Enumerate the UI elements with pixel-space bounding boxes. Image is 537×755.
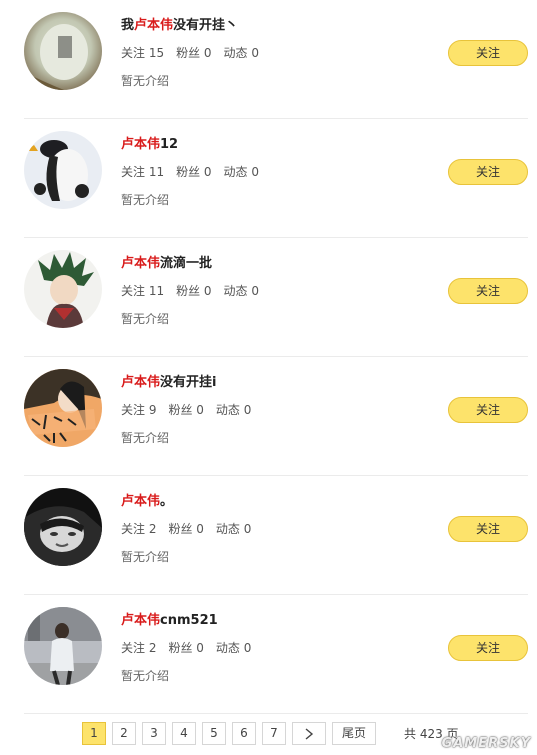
page-button-5[interactable]: 5 [202, 722, 226, 745]
fans-count: 粉丝 0 [168, 522, 204, 536]
posts-count: 动态 0 [223, 284, 259, 298]
avatar-image [24, 369, 102, 447]
avatar-image [24, 12, 102, 90]
user-intro: 暂无介绍 [121, 193, 170, 207]
pagination: 1 2 3 4 5 6 7 尾页 共 423 页 [82, 722, 459, 745]
fans-count: 粉丝 0 [176, 46, 212, 60]
avatar[interactable] [24, 607, 102, 685]
user-stats: 关注 9 粉丝 0 动态 0 [121, 401, 263, 418]
user-intro: 暂无介绍 [121, 669, 170, 683]
follow-button[interactable]: 关注 [448, 397, 528, 423]
posts-count: 动态 0 [223, 46, 259, 60]
posts-count: 动态 0 [215, 522, 252, 536]
user-intro: 暂无介绍 [121, 312, 170, 326]
posts-count: 动态 0 [223, 165, 259, 179]
user-name[interactable]: 卢本伟没有开挂i [121, 371, 216, 390]
last-page-button[interactable]: 尾页 [332, 722, 376, 745]
user-intro: 暂无介绍 [121, 550, 170, 564]
avatar-image [24, 607, 102, 685]
user-stats: 关注 11 粉丝 0 动态 0 [121, 282, 271, 299]
following-count: 关注 11 [121, 284, 165, 298]
user-name[interactable]: 卢本伟cnm521 [121, 609, 218, 628]
follow-button[interactable]: 关注 [448, 635, 528, 661]
page-button-6[interactable]: 6 [232, 722, 256, 745]
posts-count: 动态 0 [215, 641, 252, 655]
avatar[interactable] [24, 12, 102, 90]
following-count: 关注 2 [121, 522, 157, 536]
user-name[interactable]: 卢本伟流滴一批 [121, 252, 212, 271]
list-item: 卢本伟没有开挂i 关注 9 粉丝 0 动态 0 暂无介绍 关注 [24, 357, 528, 476]
user-name[interactable]: 我卢本伟没有开挂丶 [121, 14, 238, 33]
avatar-image [24, 488, 102, 566]
user-list: 我卢本伟没有开挂丶 关注 15 粉丝 0 动态 0 暂无介绍 关注 卢本伟12 关注… [24, 0, 528, 714]
user-name[interactable]: 卢本伟。 [121, 490, 173, 509]
avatar[interactable] [24, 131, 102, 209]
avatar[interactable] [24, 369, 102, 447]
page-button-3[interactable]: 3 [142, 722, 166, 745]
follow-button[interactable]: 关注 [448, 516, 528, 542]
fans-count: 粉丝 0 [176, 165, 212, 179]
avatar-image [24, 131, 102, 209]
following-count: 关注 9 [121, 403, 157, 417]
follow-button[interactable]: 关注 [448, 278, 528, 304]
list-item: 我卢本伟没有开挂丶 关注 15 粉丝 0 动态 0 暂无介绍 关注 [24, 0, 528, 119]
avatar[interactable] [24, 488, 102, 566]
page-button-7[interactable]: 7 [262, 722, 286, 745]
following-count: 关注 2 [121, 641, 157, 655]
chevron-right-icon [305, 727, 314, 740]
fans-count: 粉丝 0 [168, 403, 204, 417]
user-stats: 关注 2 粉丝 0 动态 0 [121, 520, 263, 537]
avatar-image [24, 250, 102, 328]
follow-button[interactable]: 关注 [448, 159, 528, 185]
list-item: 卢本伟流滴一批 关注 11 粉丝 0 动态 0 暂无介绍 关注 [24, 238, 528, 357]
list-item: 卢本伟12 关注 11 粉丝 0 动态 0 暂无介绍 关注 [24, 119, 528, 238]
user-intro: 暂无介绍 [121, 431, 170, 445]
following-count: 关注 11 [121, 165, 165, 179]
list-item: 卢本伟。 关注 2 粉丝 0 动态 0 暂无介绍 关注 [24, 476, 528, 595]
page-button-2[interactable]: 2 [112, 722, 136, 745]
page-button-4[interactable]: 4 [172, 722, 196, 745]
page-button-1[interactable]: 1 [82, 722, 106, 745]
fans-count: 粉丝 0 [176, 284, 212, 298]
user-stats: 关注 11 粉丝 0 动态 0 [121, 163, 271, 180]
posts-count: 动态 0 [215, 403, 252, 417]
next-page-button[interactable] [292, 722, 326, 745]
user-intro: 暂无介绍 [121, 74, 170, 88]
follow-button[interactable]: 关注 [448, 40, 528, 66]
watermark-logo: GAMERSKY [441, 736, 531, 751]
user-name[interactable]: 卢本伟12 [121, 133, 178, 152]
following-count: 关注 15 [121, 46, 165, 60]
user-stats: 关注 15 粉丝 0 动态 0 [121, 44, 271, 61]
fans-count: 粉丝 0 [168, 641, 204, 655]
list-item: 卢本伟cnm521 关注 2 粉丝 0 动态 0 暂无介绍 关注 [24, 595, 528, 714]
user-stats: 关注 2 粉丝 0 动态 0 [121, 639, 263, 656]
avatar[interactable] [24, 250, 102, 328]
